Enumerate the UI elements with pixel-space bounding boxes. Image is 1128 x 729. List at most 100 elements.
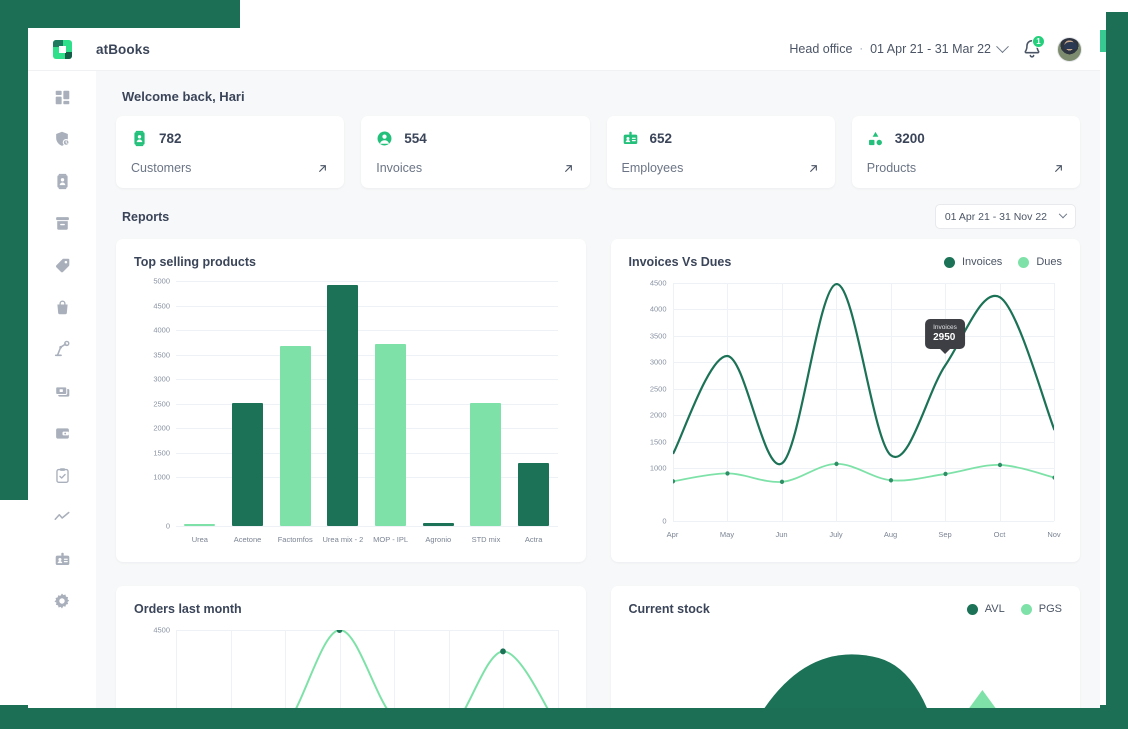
legend-item-dues[interactable]: Dues [1018,256,1062,268]
y-axis-tick: 1000 [153,472,170,482]
sidebar-item-dashboard[interactable] [48,85,76,109]
data-point[interactable] [942,471,948,477]
avatar[interactable] [1057,36,1082,62]
kpi-value: 3200 [894,131,925,146]
bar[interactable] [279,346,311,526]
x-axis-label: Acetone [233,535,262,544]
sidebar-item-archive[interactable] [48,211,76,235]
backdrop-right-dark [1106,12,1128,729]
chart-title: Top selling products [134,255,256,269]
bar-slot [319,281,367,526]
sidebar-item-analytics[interactable] [48,505,76,529]
orders-chart-series [176,630,558,708]
chart-title: Orders last month [134,602,242,616]
bar-slot [414,281,462,526]
reports-title: Reports [122,209,170,224]
legend-swatch [1020,603,1032,615]
x-axis-label: Aug [883,530,898,539]
kpi-card-employees[interactable]: 652 Employees [606,116,835,188]
bar[interactable] [375,343,407,526]
header-date-range: 01 Apr 21 - 31 Mar 22 [870,42,991,56]
bottom-charts-grid: Orders last month 4500 Current stock AVL… [116,586,1080,708]
arrow-up-right-icon[interactable] [1052,162,1065,175]
sidebar-item-payments[interactable] [48,379,76,403]
reports-range-value: 01 Apr 21 - 31 Nov 22 [944,210,1047,223]
notifications-button[interactable]: 1 [1021,35,1045,60]
x-axis-label: May [719,530,735,539]
data-point[interactable] [500,648,506,655]
kpi-card-products[interactable]: 3200 Products [851,116,1080,188]
bar[interactable] [518,462,550,526]
id-badge-icon [55,552,69,565]
x-axis-label: Oct [993,530,1006,539]
data-point[interactable] [779,479,784,485]
line-chart-plot: 0 1000 1500 2000 2500 3000 3500 4000 4500 Apr May… [650,279,1061,540]
data-point[interactable] [336,630,343,633]
org-date-range-picker[interactable]: Head office · 01 Apr 21 - 31 Mar 22 [789,39,1009,56]
cash-stack-icon [54,385,69,397]
sidebar-item-shield[interactable] [48,127,76,151]
legend-item-pgs[interactable]: PGS [1020,603,1062,615]
line-series [673,284,1055,464]
bar[interactable] [470,403,502,526]
app-window: atBooks Head office · 01 Apr 21 - 31 Mar… [28,28,1100,708]
x-axis-label: Nov [1047,530,1061,539]
sidebar-item-tasks[interactable] [48,463,76,487]
chevron-down-icon [996,39,1009,53]
legend-item-invoices[interactable]: Invoices [943,256,1002,268]
bar-slot [462,281,510,526]
sidebar-item-settings[interactable] [48,589,76,613]
chart-title: Current stock [628,602,710,616]
bar[interactable] [422,523,454,526]
org-name: Head office [789,42,853,56]
y-axis-tick: 3500 [153,350,170,359]
arrow-up-right-icon[interactable] [316,162,329,175]
bar[interactable] [184,523,216,526]
chevron-down-icon [1058,209,1068,218]
arrow-up-right-icon[interactable] [807,162,820,175]
reports-range-select[interactable]: 01 Apr 21 - 31 Nov 22 [934,204,1076,229]
top-bar-actions: Head office · 01 Apr 21 - 31 Mar 22 1 [789,35,1100,62]
shield-clock-icon [56,131,70,146]
x-axis-label: Agronio [425,535,452,544]
bar-slot [367,281,415,526]
separator-dot: · [859,43,864,55]
x-axis-label: Jun [775,530,788,539]
sidebar-item-production[interactable] [48,337,76,361]
x-axis-label: July [829,530,843,539]
arrow-up-right-icon[interactable] [562,162,575,175]
gridline-vertical [1054,283,1055,521]
backdrop-bottom-dark [0,705,1128,729]
data-point[interactable] [997,462,1002,468]
sidebar-item-orders[interactable] [48,295,76,319]
bar[interactable] [327,284,359,526]
dashboard-grid-icon [55,90,69,104]
notification-badge: 1 [1032,35,1045,48]
data-point[interactable] [888,478,893,483]
y-axis-tick: 4500 [153,301,170,310]
sidebar-item-contacts[interactable] [48,169,76,193]
y-axis-tick: 3000 [649,357,667,367]
data-point[interactable] [724,471,730,476]
chart-card-current-stock: Current stock AVL PGS [610,586,1080,708]
kpi-card-customers[interactable]: 782 Customers [116,116,345,188]
legend-item-avl[interactable]: AVL [966,603,1005,615]
tooltip-value: 2950 [933,331,956,343]
sidebar [28,71,96,708]
line-chart-icon [54,511,70,521]
bar[interactable] [232,402,264,526]
x-axis-label: Urea mix - 2 [322,535,364,544]
line-chart-series [672,283,1055,485]
sidebar-item-employees[interactable] [48,547,76,571]
data-point[interactable] [833,461,839,467]
archive-box-icon [55,216,69,230]
sidebar-item-tags[interactable] [48,253,76,277]
data-point[interactable] [1051,475,1054,480]
kpi-card-invoices[interactable]: 554 Invoices [361,116,590,188]
legend-swatch [1018,256,1030,268]
sidebar-item-wallet[interactable] [48,421,76,445]
data-point[interactable] [672,479,675,484]
main-content: Welcome back, Hari 782 Customers 554 Inv… [96,71,1100,708]
y-axis-tick: 4000 [153,325,170,335]
brand-logo[interactable] [28,39,96,59]
